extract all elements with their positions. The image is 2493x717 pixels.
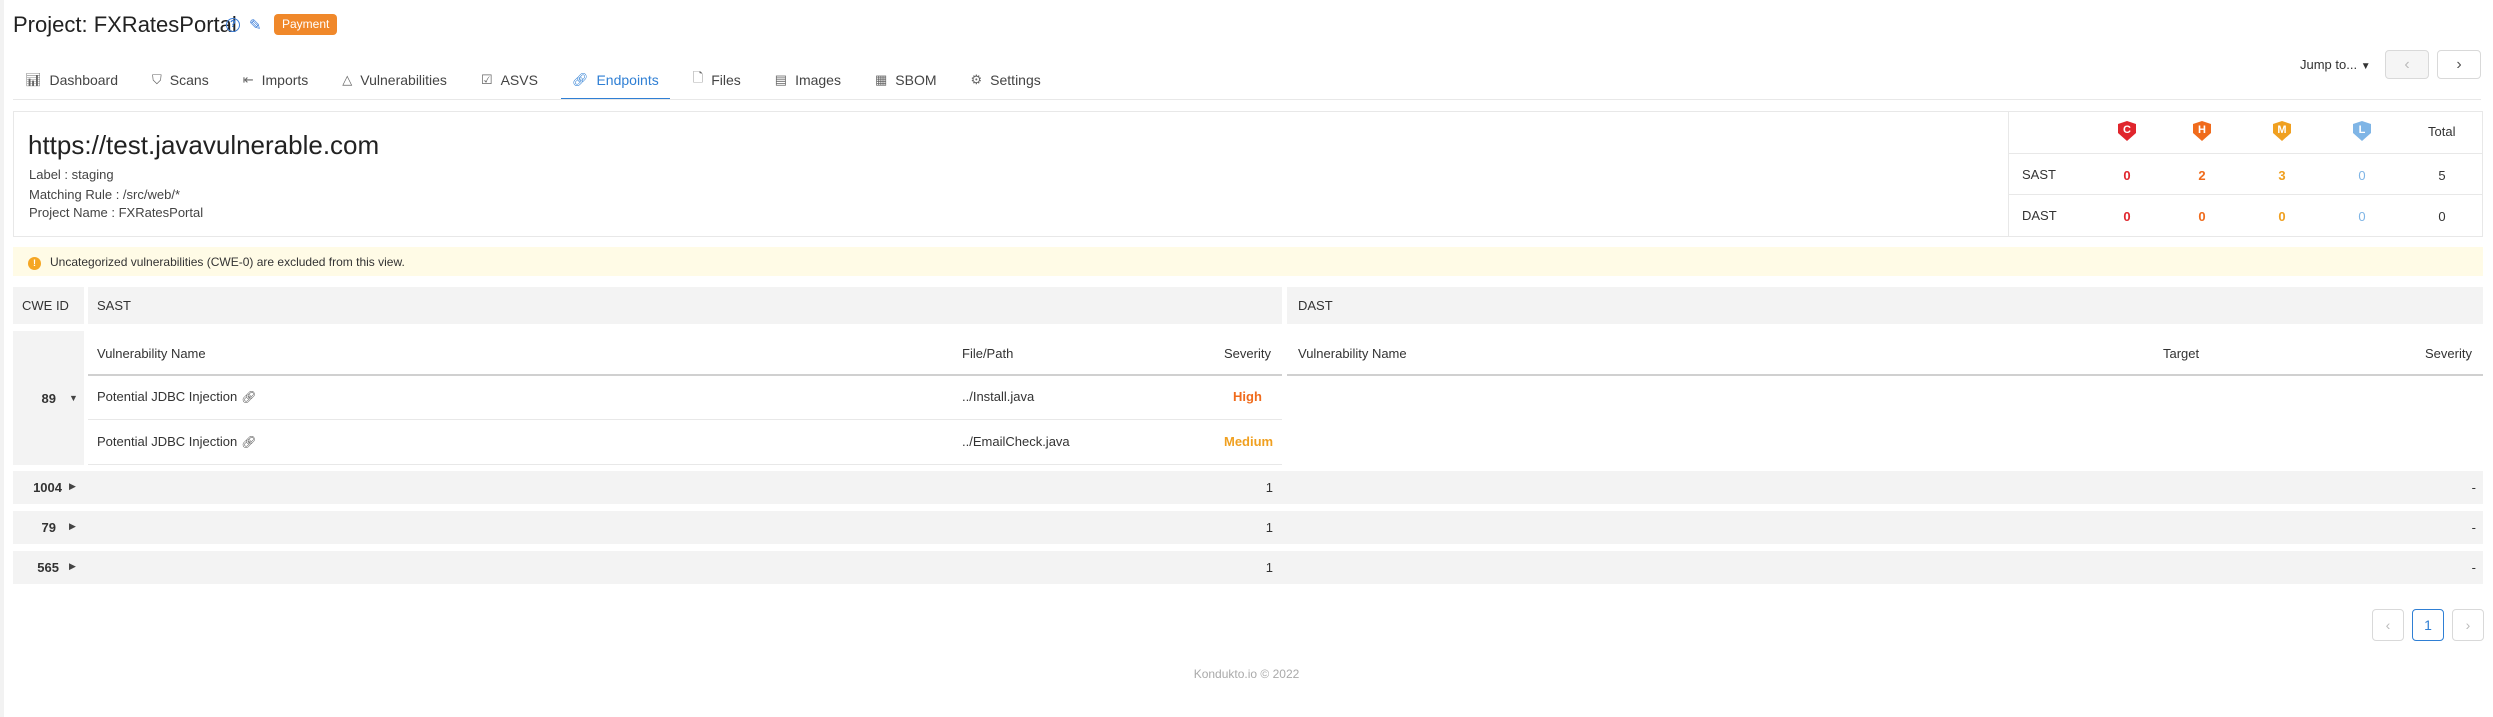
dast-total-count: 0 [2438, 209, 2446, 224]
sast-header: SAST [97, 298, 131, 313]
edit-icon[interactable]: ✎ [249, 16, 262, 34]
pagination-next-button[interactable]: › [2452, 609, 2484, 641]
sbom-icon: ▦ [874, 72, 888, 87]
sast-medium-count[interactable]: 3 [2272, 168, 2292, 183]
dast-col-vuln-name: Vulnerability Name [1298, 346, 1407, 361]
tab-imports[interactable]: ⇤ Imports [232, 60, 320, 100]
caret-down-icon: ▼ [2360, 61, 2371, 72]
sast-subheader-divider [88, 374, 1282, 376]
link-icon: 🔗︎ [241, 390, 257, 404]
dast-header: DAST [1298, 298, 1333, 313]
endpoint-project-name: Project Name : FXRatesPortal [29, 205, 204, 220]
table-row[interactable] [13, 471, 2483, 504]
tab-endpoints[interactable]: 🔗︎ Endpoints [560, 60, 670, 100]
sast-col-file-path: File/Path [962, 346, 1014, 361]
endpoint-url: https://test.javavulnerable.com [28, 130, 380, 160]
dast-count: - [2471, 560, 2476, 575]
dast-subheader-divider [1287, 374, 2483, 376]
tab-bar: 📊︎ Dashboard ⛉ Scans ⇤ Imports △ Vulnerabili… [14, 60, 1064, 100]
sast-count: 1 [1265, 560, 1273, 575]
tab-divider [13, 99, 2481, 100]
tab-vulnerabilities[interactable]: △ Vulnerabilities [331, 60, 458, 100]
summary-dast-label: DAST [2022, 208, 2057, 223]
pagination-prev-button[interactable]: ‹ [2372, 609, 2404, 641]
chart-icon: 📊︎ [25, 72, 42, 87]
warning-icon: △ [342, 72, 353, 87]
checklist-icon: ☑ [480, 72, 493, 87]
cwe-id: 565 [37, 560, 59, 575]
severity-label: High [1233, 389, 1262, 404]
sast-col-vuln-name: Vulnerability Name [97, 346, 206, 361]
notice-text: Uncategorized vulnerabilities (CWE-0) ar… [50, 255, 405, 269]
caret-down-icon[interactable]: ▼ [69, 393, 78, 403]
cwe-id: 79 [41, 520, 56, 535]
summary-sast-label: SAST [2022, 167, 2056, 182]
summary-divider [2008, 112, 2009, 236]
tab-scans[interactable]: ⛉ Scans [141, 60, 220, 100]
shield-icon: ⛉ [152, 72, 162, 87]
row-divider [88, 419, 1282, 420]
footer-copyright: Kondukto.io © 2022 [1193, 667, 1300, 681]
sast-low-count[interactable]: 0 [2352, 168, 2372, 183]
tab-asvs[interactable]: ☑ ASVS [470, 60, 549, 100]
sast-critical-count[interactable]: 0 [2117, 168, 2137, 183]
caret-right-icon[interactable]: ▶ [69, 481, 76, 492]
dast-count: - [2471, 520, 2476, 535]
caret-right-icon[interactable]: ▶ [69, 561, 76, 572]
cwe-id: 89 [41, 391, 56, 406]
dast-critical-count[interactable]: 0 [2117, 209, 2137, 224]
row-divider [88, 464, 1282, 465]
image-icon: ▤ [774, 72, 788, 87]
next-endpoint-button[interactable]: › [2437, 50, 2481, 79]
cwe-id-header: CWE ID [22, 298, 69, 313]
dast-medium-count[interactable]: 0 [2272, 209, 2292, 224]
vulnerability-name-link[interactable]: Potential JDBC Injection 🔗︎ [97, 434, 256, 449]
previous-endpoint-button[interactable]: ‹ [2385, 50, 2429, 79]
gear-icon: ⚙ [970, 72, 983, 87]
endpoint-card [13, 111, 2483, 237]
page-title: Project: FXRatesPortal [13, 12, 237, 37]
project-label-badge: Payment [274, 14, 338, 35]
link-icon: 🔗︎ [241, 435, 257, 449]
import-icon: ⇤ [242, 72, 254, 87]
vulnerability-name-link[interactable]: Potential JDBC Injection 🔗︎ [97, 389, 256, 404]
file-path: ../Install.java [962, 389, 1035, 404]
summary-row-divider [2009, 194, 2482, 195]
help-icon[interactable]: ? [226, 18, 240, 32]
dast-count: - [2471, 480, 2476, 495]
dast-high-count[interactable]: 0 [2192, 209, 2212, 224]
pagination-page-1[interactable]: 1 [2412, 609, 2444, 641]
endpoint-label: Label : staging [29, 167, 114, 182]
sast-total-count: 5 [2438, 168, 2446, 183]
sast-col-severity: Severity [1224, 346, 1271, 361]
link-icon: 🔗︎ [571, 72, 589, 87]
tab-dashboard[interactable]: 📊︎ Dashboard [14, 60, 129, 100]
tab-files[interactable]: 🗋 Files [682, 60, 752, 100]
sast-header-cell [88, 287, 1282, 324]
dast-col-target: Target [2163, 346, 2200, 361]
file-icon: 🗋 [692, 70, 704, 85]
info-icon: ! [28, 257, 41, 270]
sast-count: 1 [1265, 480, 1273, 495]
sast-high-count[interactable]: 2 [2192, 168, 2212, 183]
dast-header-cell [1287, 287, 2483, 324]
left-edge [0, 0, 4, 717]
sast-count: 1 [1265, 520, 1273, 535]
dast-low-count[interactable]: 0 [2352, 209, 2372, 224]
summary-total-header: Total [2428, 124, 2456, 139]
summary-row-divider [2009, 153, 2482, 154]
dast-col-severity: Severity [2425, 346, 2472, 361]
tab-settings[interactable]: ⚙ Settings [960, 60, 1052, 100]
caret-right-icon[interactable]: ▶ [69, 521, 76, 532]
file-path: ../EmailCheck.java [962, 434, 1070, 449]
jump-to-dropdown[interactable]: Jump to... ▼ [2300, 57, 2371, 72]
table-row[interactable] [13, 551, 2483, 584]
tab-sbom[interactable]: ▦ SBOM [864, 60, 948, 100]
endpoint-matching-rule: Matching Rule : /src/web/* [29, 187, 181, 202]
table-row[interactable] [13, 511, 2483, 544]
tab-images[interactable]: ▤ Images [764, 60, 852, 100]
severity-label: Medium [1224, 434, 1274, 449]
cwe-id: 1004 [33, 480, 62, 495]
